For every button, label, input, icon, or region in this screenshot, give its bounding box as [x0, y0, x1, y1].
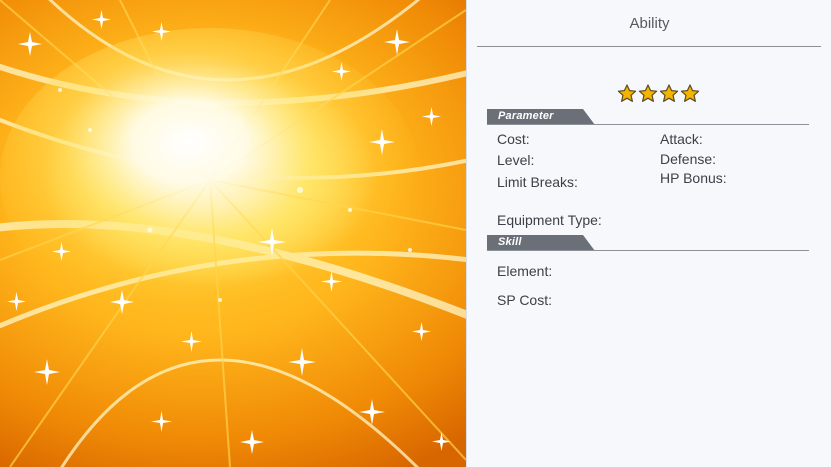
- star-icon: [659, 84, 679, 104]
- element-label: Element:: [497, 263, 553, 279]
- skill-section-label: Skill: [498, 236, 522, 248]
- sp-cost-label: SP Cost:: [497, 292, 552, 308]
- ability-info-panel: Ability Parameter Cost: Level: Limit Bre…: [466, 0, 831, 467]
- title-divider: [477, 46, 821, 47]
- star-icon: [617, 84, 637, 104]
- attack-label: Attack:: [660, 131, 703, 147]
- star-icon: [638, 84, 658, 104]
- skill-section-tab: Skill: [487, 235, 597, 251]
- limit-breaks-label: Limit Breaks:: [497, 174, 578, 190]
- cost-label: Cost:: [497, 131, 530, 147]
- equipment-type-label: Equipment Type:: [497, 212, 602, 228]
- defense-label: Defense:: [660, 151, 717, 167]
- level-label: Level:: [497, 152, 535, 168]
- panel-title: Ability: [629, 15, 670, 32]
- parameter-section-tab: Parameter: [487, 109, 597, 125]
- ability-artwork: [0, 0, 466, 467]
- parameter-divider: [487, 124, 809, 125]
- rarity-stars: [617, 84, 700, 104]
- parameter-section-label: Parameter: [498, 110, 554, 122]
- star-icon: [680, 84, 700, 104]
- hp-bonus-label: HP Bonus:: [660, 170, 727, 186]
- skill-divider: [487, 250, 809, 251]
- burst-effect-icon: [0, 0, 466, 467]
